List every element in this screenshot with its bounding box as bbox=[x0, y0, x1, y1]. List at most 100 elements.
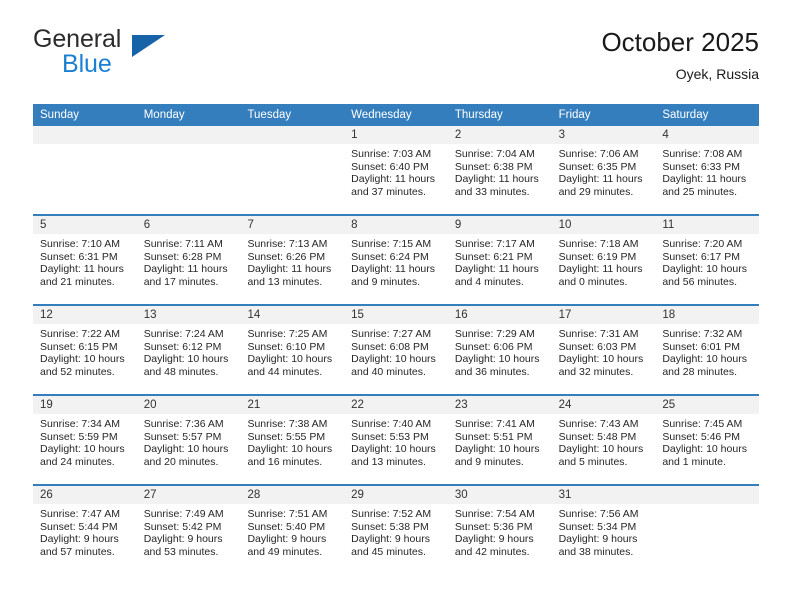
day-number: 10 bbox=[558, 219, 572, 231]
calendar-empty-cell bbox=[33, 126, 137, 214]
calendar-day-cell[interactable]: 12 Sunrise: 7:22 AM Sunset: 6:15 PM Dayligh… bbox=[33, 306, 137, 394]
sunset-text: Sunset: 6:15 PM bbox=[40, 340, 118, 353]
day-number-band bbox=[33, 126, 137, 144]
calendar-day-cell[interactable]: 15 Sunrise: 7:27 AM Sunset: 6:08 PM Dayligh… bbox=[344, 306, 448, 394]
day-number: 20 bbox=[143, 399, 157, 411]
calendar-day-cell[interactable]: 9 Sunrise: 7:17 AM Sunset: 6:21 PM Daylight… bbox=[447, 216, 552, 304]
calendar-day-cell[interactable]: 27 Sunrise: 7:49 AM Sunset: 5:42 PM Dayligh… bbox=[136, 486, 241, 574]
calendar-day-cell[interactable]: 31 Sunrise: 7:56 AM Sunset: 5:34 PM Dayligh… bbox=[551, 486, 656, 574]
daylight-text: Daylight: 10 hours bbox=[143, 353, 229, 366]
day-number: 1 bbox=[351, 129, 358, 141]
title-block: October 2025 Oyek, Russia bbox=[601, 26, 759, 84]
day-number-band: 31 bbox=[551, 486, 656, 504]
calendar-page: General Blue October 2025 Oyek, Russia S… bbox=[0, 0, 792, 612]
sunset-text: Sunset: 5:46 PM bbox=[662, 430, 740, 443]
calendar-day-cell[interactable]: 1 Sunrise: 7:03 AM Sunset: 6:40 PM Daylight… bbox=[344, 126, 448, 214]
day-details: Sunrise: 7:34 AM Sunset: 5:59 PM Daylight:… bbox=[33, 414, 137, 468]
daylight-text-continued: and 45 minutes. bbox=[351, 545, 426, 558]
day-number: 8 bbox=[351, 219, 358, 231]
calendar-day-cell[interactable]: 13 Sunrise: 7:24 AM Sunset: 6:12 PM Dayligh… bbox=[136, 306, 241, 394]
sunset-text: Sunset: 5:53 PM bbox=[351, 430, 429, 443]
calendar-day-cell[interactable]: 4 Sunrise: 7:08 AM Sunset: 6:33 PM Daylight… bbox=[655, 126, 760, 214]
day-details: Sunrise: 7:10 AM Sunset: 6:31 PM Daylight:… bbox=[33, 234, 137, 288]
calendar-day-cell[interactable]: 28 Sunrise: 7:51 AM Sunset: 5:40 PM Dayligh… bbox=[240, 486, 345, 574]
day-details bbox=[655, 504, 759, 508]
sunrise-text: Sunrise: 7:47 AM bbox=[40, 508, 120, 520]
sunrise-text: Sunrise: 7:31 AM bbox=[558, 328, 639, 340]
calendar-week-row: 26 Sunrise: 7:47 AM Sunset: 5:44 PM Dayligh… bbox=[33, 484, 760, 574]
daylight-text: Daylight: 9 hours bbox=[247, 533, 327, 546]
day-details: Sunrise: 7:27 AM Sunset: 6:08 PM Daylight:… bbox=[344, 324, 448, 378]
calendar-day-cell[interactable]: 20 Sunrise: 7:36 AM Sunset: 5:57 PM Dayligh… bbox=[136, 396, 241, 484]
calendar-day-cell[interactable]: 24 Sunrise: 7:43 AM Sunset: 5:48 PM Dayligh… bbox=[551, 396, 656, 484]
calendar-day-cell[interactable]: 14 Sunrise: 7:25 AM Sunset: 6:10 PM Dayligh… bbox=[240, 306, 345, 394]
general-blue-logo[interactable]: General Blue bbox=[33, 26, 273, 90]
calendar-day-cell[interactable]: 8 Sunrise: 7:15 AM Sunset: 6:24 PM Daylight… bbox=[344, 216, 448, 304]
daylight-text-continued: and 52 minutes. bbox=[40, 365, 115, 378]
day-number-band: 15 bbox=[344, 306, 448, 324]
daylight-text: Daylight: 11 hours bbox=[454, 263, 539, 276]
sunrise-text: Sunrise: 7:22 AM bbox=[40, 328, 120, 340]
sunrise-text: Sunrise: 7:03 AM bbox=[351, 148, 432, 160]
calendar-day-cell[interactable]: 6 Sunrise: 7:11 AM Sunset: 6:28 PM Daylight… bbox=[136, 216, 241, 304]
day-number-band: 4 bbox=[655, 126, 760, 144]
daylight-text-continued: and 9 minutes. bbox=[351, 275, 421, 288]
day-number: 2 bbox=[454, 129, 462, 141]
daylight-text-continued: and 28 minutes. bbox=[662, 365, 738, 378]
day-details: Sunrise: 7:03 AM Sunset: 6:40 PM Daylight:… bbox=[344, 144, 448, 198]
calendar-day-cell[interactable]: 18 Sunrise: 7:32 AM Sunset: 6:01 PM Dayligh… bbox=[655, 306, 760, 394]
day-details: Sunrise: 7:49 AM Sunset: 5:42 PM Daylight:… bbox=[137, 504, 241, 558]
calendar-day-cell[interactable]: 26 Sunrise: 7:47 AM Sunset: 5:44 PM Dayligh… bbox=[33, 486, 137, 574]
calendar-day-cell[interactable]: 29 Sunrise: 7:52 AM Sunset: 5:38 PM Dayligh… bbox=[344, 486, 448, 574]
calendar-day-cell[interactable]: 11 Sunrise: 7:20 AM Sunset: 6:17 PM Dayligh… bbox=[655, 216, 760, 304]
calendar-day-cell[interactable]: 5 Sunrise: 7:10 AM Sunset: 6:31 PM Daylight… bbox=[33, 216, 137, 304]
sunrise-text: Sunrise: 7:34 AM bbox=[40, 418, 120, 430]
sunset-text: Sunset: 5:59 PM bbox=[40, 430, 118, 443]
day-number-band: 18 bbox=[655, 306, 760, 324]
daylight-text: Daylight: 10 hours bbox=[662, 443, 747, 456]
daylight-text: Daylight: 10 hours bbox=[247, 353, 333, 366]
daylight-text-continued: and 0 minutes. bbox=[558, 275, 628, 288]
calendar-day-cell[interactable]: 25 Sunrise: 7:45 AM Sunset: 5:46 PM Dayligh… bbox=[655, 396, 760, 484]
sunset-text: Sunset: 6:17 PM bbox=[662, 250, 740, 263]
daylight-text-continued: and 49 minutes. bbox=[247, 545, 323, 558]
daylight-text-continued: and 42 minutes. bbox=[454, 545, 530, 558]
calendar-week-row: 12 Sunrise: 7:22 AM Sunset: 6:15 PM Dayligh… bbox=[33, 304, 760, 394]
sunrise-text: Sunrise: 7:56 AM bbox=[558, 508, 639, 520]
calendar-day-cell[interactable]: 16 Sunrise: 7:29 AM Sunset: 6:06 PM Dayligh… bbox=[447, 306, 552, 394]
daylight-text-continued: and 13 minutes. bbox=[247, 275, 323, 288]
day-details bbox=[240, 144, 344, 148]
day-details: Sunrise: 7:25 AM Sunset: 6:10 PM Daylight:… bbox=[240, 324, 344, 378]
calendar-day-cell[interactable]: 17 Sunrise: 7:31 AM Sunset: 6:03 PM Dayligh… bbox=[551, 306, 656, 394]
sunset-text: Sunset: 6:08 PM bbox=[351, 340, 429, 353]
sunrise-text: Sunrise: 7:18 AM bbox=[558, 238, 639, 250]
day-number: 9 bbox=[454, 219, 462, 231]
daylight-text: Daylight: 9 hours bbox=[454, 533, 534, 546]
weekday-header-monday: Monday bbox=[143, 109, 185, 121]
sunrise-text: Sunrise: 7:45 AM bbox=[662, 418, 743, 430]
day-details: Sunrise: 7:15 AM Sunset: 6:24 PM Daylight:… bbox=[344, 234, 448, 288]
daylight-text-continued: and 29 minutes. bbox=[558, 185, 634, 198]
day-details: Sunrise: 7:56 AM Sunset: 5:34 PM Daylight:… bbox=[552, 504, 656, 558]
calendar-day-cell[interactable]: 3 Sunrise: 7:06 AM Sunset: 6:35 PM Daylight… bbox=[551, 126, 656, 214]
day-number: 16 bbox=[454, 309, 468, 321]
daylight-text: Daylight: 10 hours bbox=[40, 443, 125, 456]
calendar-day-cell[interactable]: 2 Sunrise: 7:04 AM Sunset: 6:38 PM Daylight… bbox=[447, 126, 552, 214]
sunset-text: Sunset: 6:10 PM bbox=[247, 340, 326, 353]
sunset-text: Sunset: 5:40 PM bbox=[247, 520, 326, 533]
calendar-day-cell[interactable]: 19 Sunrise: 7:34 AM Sunset: 5:59 PM Dayligh… bbox=[33, 396, 137, 484]
day-number-band: 12 bbox=[33, 306, 137, 324]
calendar-day-cell[interactable]: 30 Sunrise: 7:54 AM Sunset: 5:36 PM Dayligh… bbox=[447, 486, 552, 574]
day-details: Sunrise: 7:22 AM Sunset: 6:15 PM Daylight:… bbox=[33, 324, 137, 378]
calendar-day-cell[interactable]: 22 Sunrise: 7:40 AM Sunset: 5:53 PM Dayligh… bbox=[344, 396, 448, 484]
calendar-day-cell[interactable]: 23 Sunrise: 7:41 AM Sunset: 5:51 PM Dayligh… bbox=[447, 396, 552, 484]
calendar-day-cell[interactable]: 21 Sunrise: 7:38 AM Sunset: 5:55 PM Dayligh… bbox=[240, 396, 345, 484]
calendar-day-cell[interactable]: 10 Sunrise: 7:18 AM Sunset: 6:19 PM Dayligh… bbox=[551, 216, 656, 304]
sunset-text: Sunset: 6:19 PM bbox=[558, 250, 637, 263]
day-details: Sunrise: 7:36 AM Sunset: 5:57 PM Daylight:… bbox=[137, 414, 241, 468]
daylight-text-continued: and 53 minutes. bbox=[143, 545, 219, 558]
daylight-text: Daylight: 10 hours bbox=[351, 443, 436, 456]
calendar-day-cell[interactable]: 7 Sunrise: 7:13 AM Sunset: 6:26 PM Daylight… bbox=[240, 216, 345, 304]
day-number-band: 25 bbox=[655, 396, 760, 414]
calendar-grid: Sunday Monday Tuesday Wednesday Thursday Frid… bbox=[33, 104, 760, 574]
